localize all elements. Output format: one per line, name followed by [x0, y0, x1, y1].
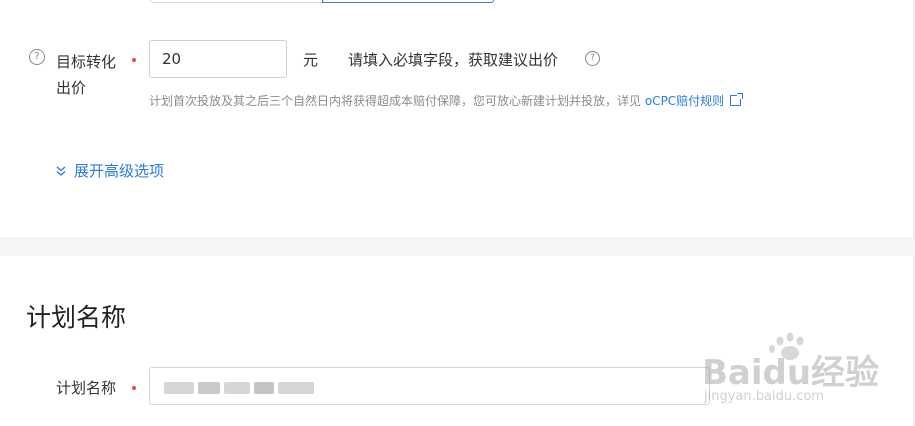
redacted-block — [278, 382, 314, 394]
external-link-icon — [730, 93, 744, 106]
redacted-block — [254, 382, 274, 394]
previous-option-right-selected[interactable] — [322, 0, 494, 3]
target-bid-input[interactable]: 20 — [149, 40, 287, 78]
watermark-brand: Baidu经验 — [702, 353, 880, 393]
bid-unit: 元 — [303, 51, 319, 69]
baidu-jingyan-watermark: Baidu经验 jingyan.baidu.com — [702, 331, 902, 421]
question-circle-icon[interactable]: ? — [29, 49, 45, 65]
bid-hint-text: 请填入必填字段，获取建议出价 — [348, 51, 559, 69]
ocpc-compensation-link[interactable]: oCPC赔付规则 — [644, 93, 744, 108]
plan-name-label: 计划名称 — [56, 379, 117, 397]
plan-name-input[interactable] — [149, 367, 710, 405]
redacted-block — [164, 382, 194, 394]
bid-description-text: 计划首次投放及其之后三个自然日内将获得超成本赔付保障，您可放心新建计划并投放，详… — [149, 94, 642, 108]
bid-settings-card: ? 目标转化出价 20 元 请填入必填字段，获取建议出价 ? 计划首次投放及其之… — [0, 0, 914, 239]
bid-field-label: 目标转化出价 — [56, 53, 117, 97]
required-dot — [132, 386, 136, 390]
watermark-url: jingyan.baidu.com — [704, 389, 824, 404]
expand-advanced-label: 展开高级选项 — [74, 162, 165, 180]
redacted-block — [198, 382, 220, 394]
previous-option-left[interactable] — [150, 0, 324, 3]
ocpc-link-label: oCPC赔付规则 — [644, 94, 725, 108]
plan-section-title: 计划名称 — [26, 303, 127, 332]
redacted-block — [224, 382, 250, 394]
expand-advanced-options[interactable]: 展开高级选项 — [56, 160, 164, 181]
double-chevron-down-icon — [56, 166, 68, 179]
required-dot — [132, 58, 136, 62]
bid-description: 计划首次投放及其之后三个自然日内将获得超成本赔付保障，您可放心新建计划并投放，详… — [149, 92, 744, 109]
question-circle-icon[interactable]: ? — [585, 51, 600, 66]
